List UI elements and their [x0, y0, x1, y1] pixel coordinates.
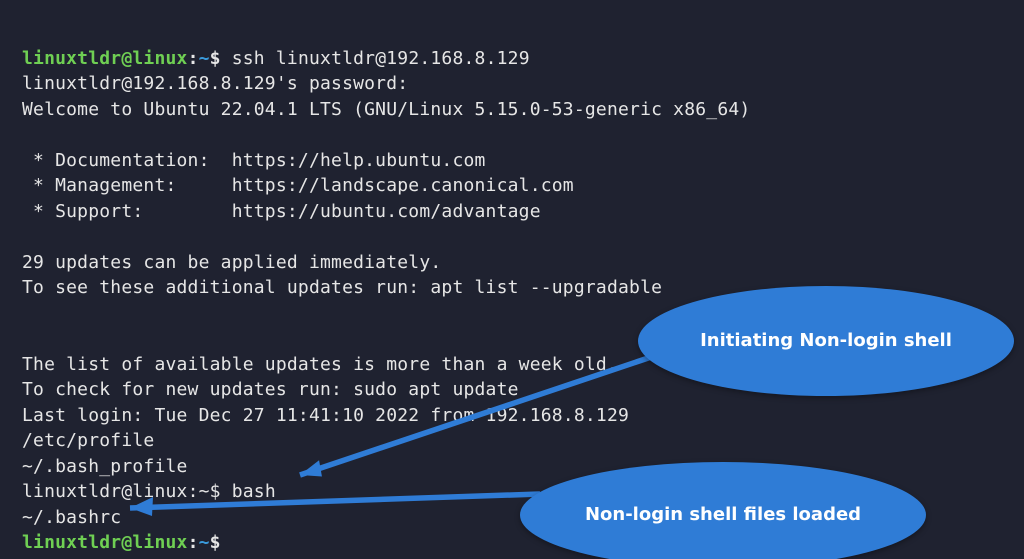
output-line: To see these additional updates run: apt… — [22, 277, 662, 298]
output-line: * Management: https://landscape.canonica… — [22, 175, 574, 196]
prompt-sep: : — [188, 532, 199, 553]
output-line: 29 updates can be applied immediately. — [22, 252, 441, 273]
output-line: The list of available updates is more th… — [22, 354, 618, 375]
command-ssh: ssh linuxtldr@192.168.8.129 — [232, 48, 530, 69]
output-line: * Support: https://ubuntu.com/advantage — [22, 201, 541, 222]
prompt-sep: : — [188, 48, 199, 69]
prompt-sep: : — [188, 481, 199, 502]
output-line: Last login: Tue Dec 27 11:41:10 2022 fro… — [22, 405, 629, 426]
callout-text: Non-login shell files loaded — [585, 502, 861, 528]
output-line: To check for new updates run: sudo apt u… — [22, 379, 519, 400]
prompt-path: ~ — [199, 532, 210, 553]
callout-nonlogin-files-loaded: Non-login shell files loaded — [520, 462, 926, 559]
output-line: ~/.bashrc — [22, 507, 121, 528]
prompt-dollar: $ — [210, 532, 221, 553]
output-line: ~/.bash_profile — [22, 456, 188, 477]
prompt-dollar: $ — [210, 48, 232, 69]
prompt-user-host-plain: linuxtldr@linux — [22, 481, 188, 502]
output-line: /etc/profile — [22, 430, 154, 451]
callout-text: Initiating Non-login shell — [700, 328, 952, 354]
output-line: * Documentation: https://help.ubuntu.com — [22, 150, 486, 171]
command-bash: bash — [232, 481, 276, 502]
prompt-dollar: $ — [210, 481, 232, 502]
prompt-path: ~ — [199, 48, 210, 69]
terminal-output: linuxtldr@linux:~$ ssh linuxtldr@192.168… — [0, 0, 1024, 559]
prompt-user-host: linuxtldr@linux — [22, 532, 188, 553]
callout-initiating-nonlogin-shell: Initiating Non-login shell — [638, 286, 1014, 396]
prompt-line-3[interactable]: linuxtldr@linux:~$ — [22, 532, 221, 553]
prompt-line-2[interactable]: linuxtldr@linux:~$ bash — [22, 481, 276, 502]
output-line: Welcome to Ubuntu 22.04.1 LTS (GNU/Linux… — [22, 99, 750, 120]
output-line: linuxtldr@192.168.8.129's password: — [22, 73, 408, 94]
prompt-user-host: linuxtldr@linux — [22, 48, 188, 69]
prompt-line-1[interactable]: linuxtldr@linux:~$ ssh linuxtldr@192.168… — [22, 48, 530, 69]
prompt-path-plain: ~ — [199, 481, 210, 502]
